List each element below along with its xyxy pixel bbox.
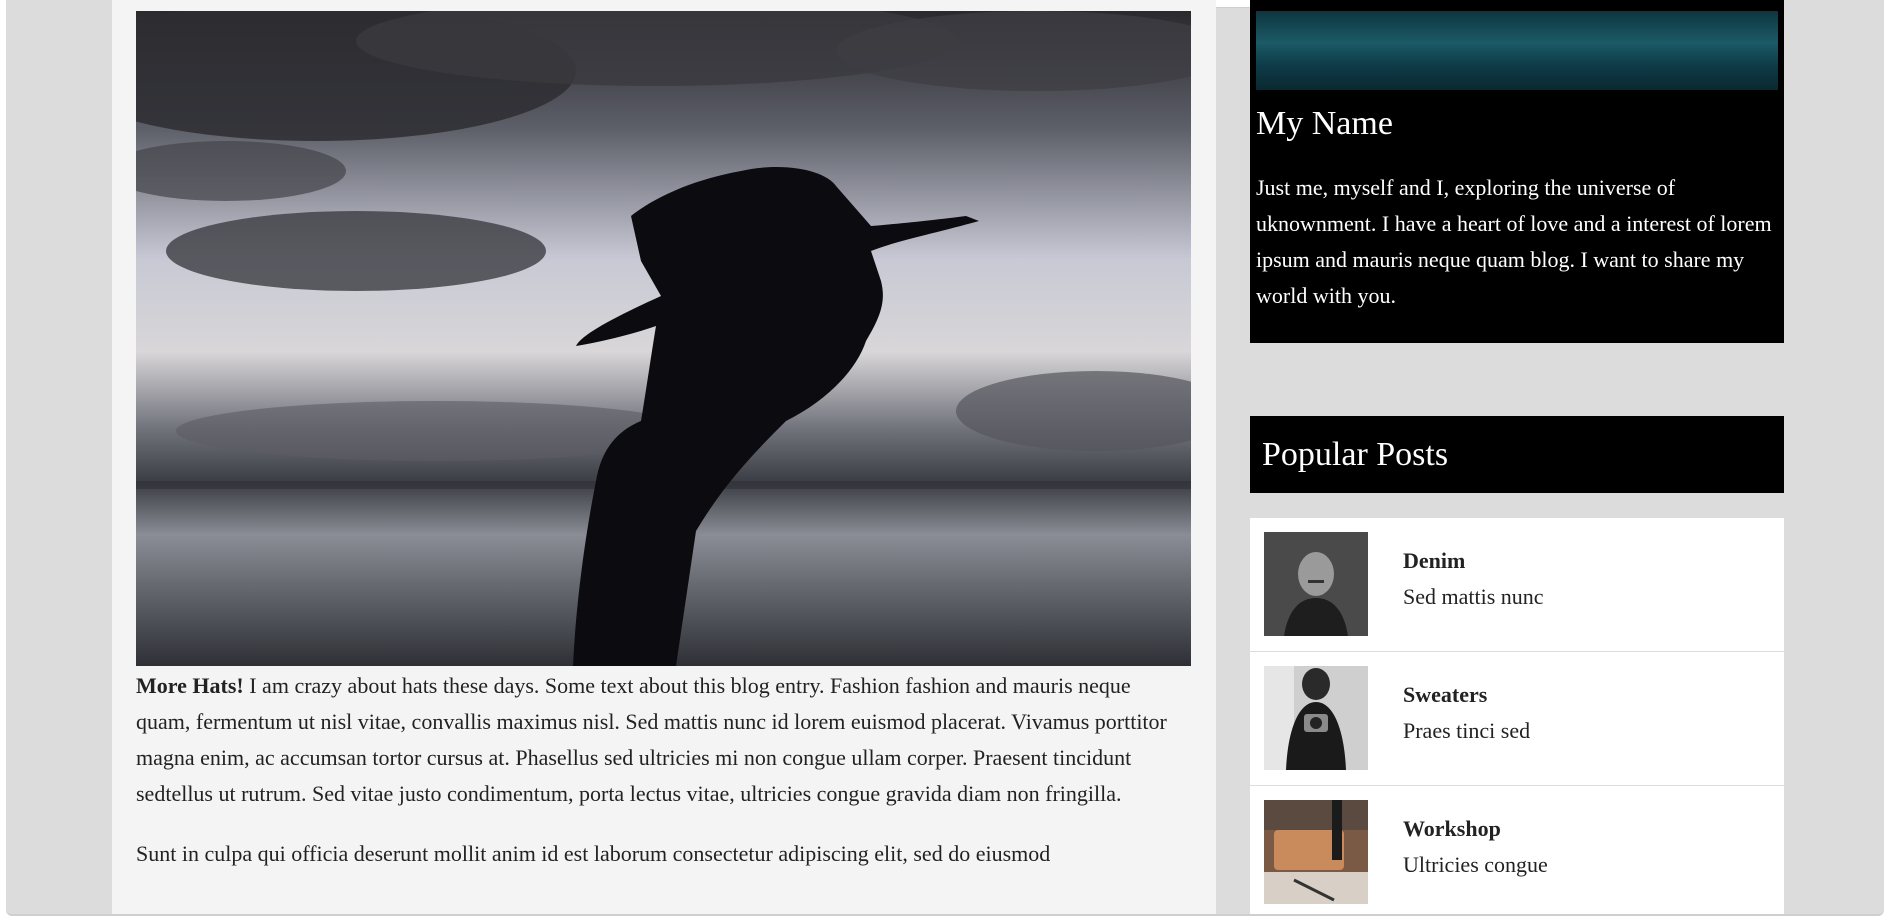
denim-thumbnail [1264,532,1368,636]
popular-posts-list: Denim Sed mattis nunc Sweaters Praes tin… [1250,518,1784,914]
about-card: My Name Just me, myself and I, exploring… [1250,0,1784,343]
sweaters-thumbnail [1264,666,1368,770]
popular-post-denim[interactable]: Denim Sed mattis nunc [1250,518,1784,652]
post-paragraph-1-text: I am crazy about hats these days. Some t… [136,673,1167,806]
post-title-sweaters: Sweaters [1403,682,1488,707]
hero-image [136,11,1191,666]
post-lead: More Hats! [136,673,244,698]
popular-post-sweaters[interactable]: Sweaters Praes tinci sed [1250,652,1784,786]
post-title-denim: Denim [1403,548,1466,573]
main-content: More Hats! I am crazy about hats these d… [112,0,1216,914]
post-body: More Hats! I am crazy about hats these d… [136,668,1181,896]
about-image [1256,11,1778,90]
page-viewport: More Hats! I am crazy about hats these d… [6,0,1884,916]
post-title-workshop: Workshop [1403,816,1501,841]
about-bio: Just me, myself and I, exploring the uni… [1256,175,1772,308]
popular-post-workshop[interactable]: Workshop Ultricies congue [1250,786,1784,914]
about-name: My Name [1256,105,1393,142]
post-subtitle-sweaters: Praes tinci sed [1403,718,1531,743]
post-paragraph-2: Sunt in culpa qui officia deserunt molli… [136,841,1051,866]
post-subtitle-workshop: Ultricies congue [1403,852,1548,877]
post-paragraph-1: More Hats! I am crazy about hats these d… [136,668,1181,812]
post-subtitle-denim: Sed mattis nunc [1403,584,1544,609]
workshop-thumbnail [1264,800,1368,904]
popular-posts-title: Popular Posts [1262,436,1449,473]
popular-posts-header: Popular Posts [1250,416,1784,493]
